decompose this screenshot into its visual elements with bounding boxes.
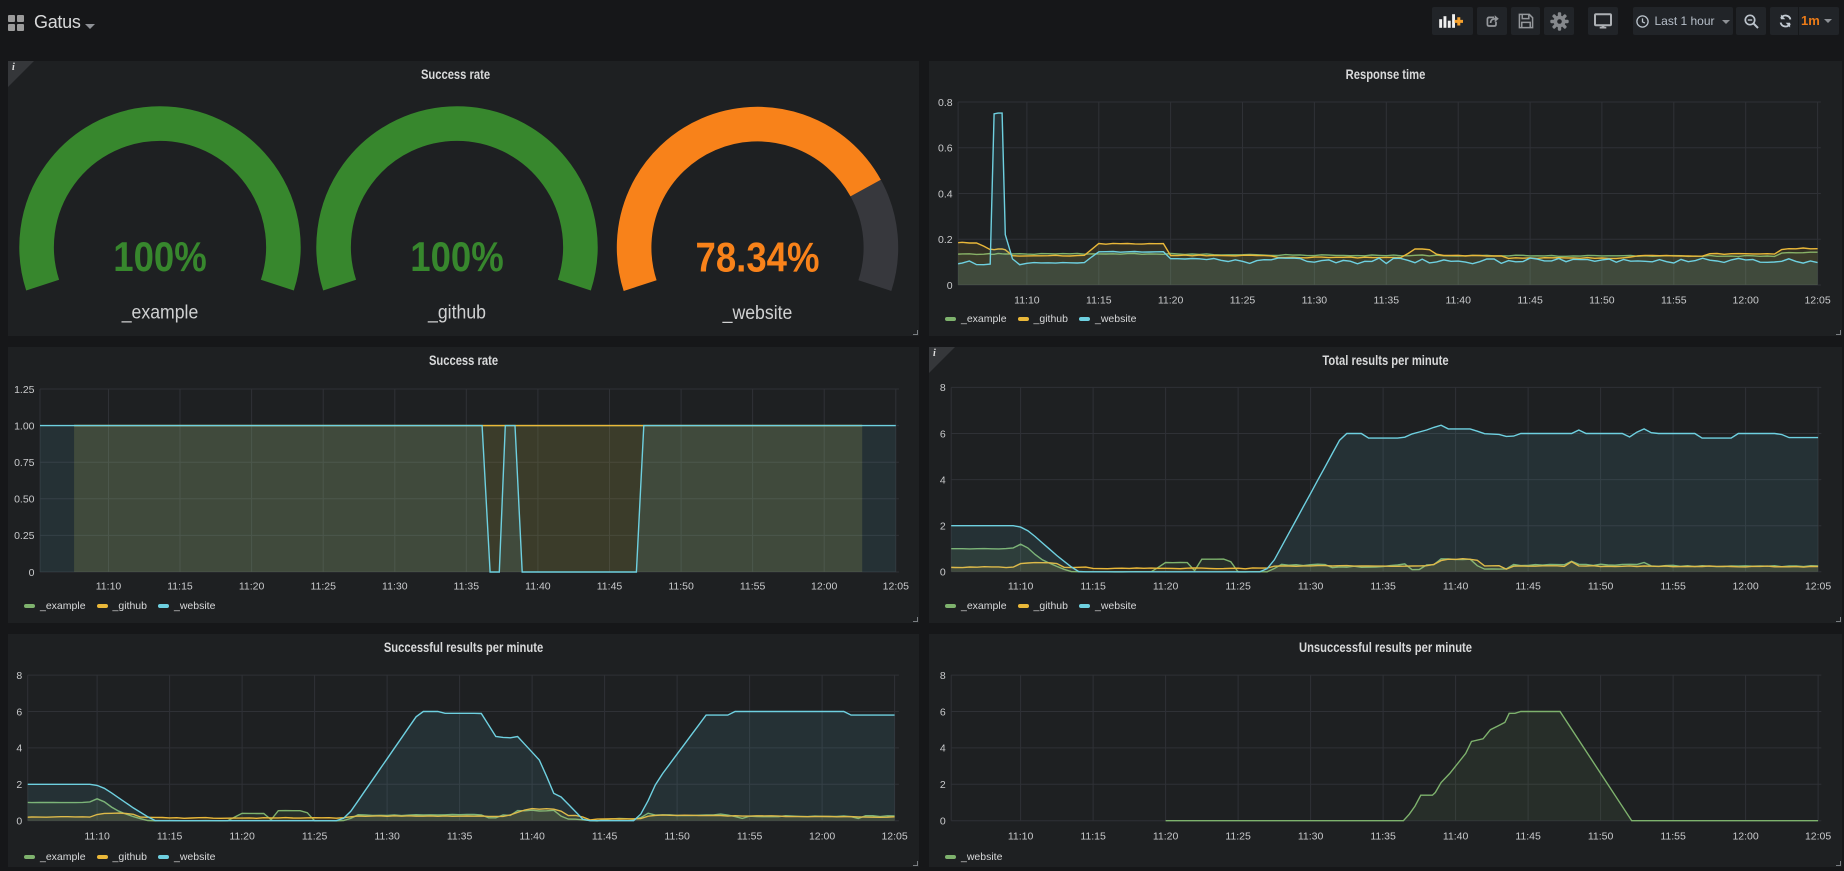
- svg-text:11:45: 11:45: [597, 581, 623, 593]
- svg-text:11:40: 11:40: [519, 831, 545, 843]
- svg-text:6: 6: [940, 706, 946, 718]
- svg-text:11:30: 11:30: [1298, 831, 1324, 843]
- svg-text:11:55: 11:55: [1660, 581, 1686, 593]
- svg-text:0.25: 0.25: [14, 530, 35, 542]
- svg-text:11:30: 11:30: [1298, 581, 1324, 593]
- svg-text:11:10: 11:10: [1008, 581, 1034, 593]
- svg-text:0: 0: [940, 816, 946, 828]
- svg-text:8: 8: [16, 670, 22, 682]
- svg-text:11:35: 11:35: [454, 581, 480, 593]
- svg-text:8: 8: [940, 670, 946, 682]
- svg-text:11:15: 11:15: [167, 581, 193, 593]
- svg-text:0.8: 0.8: [938, 97, 953, 109]
- svg-text:11:40: 11:40: [525, 581, 551, 593]
- svg-text:0.75: 0.75: [14, 457, 35, 469]
- svg-text:11:50: 11:50: [1588, 581, 1614, 593]
- svg-text:11:25: 11:25: [310, 581, 336, 593]
- svg-text:12:05: 12:05: [883, 581, 909, 593]
- svg-text:12:00: 12:00: [1733, 295, 1759, 307]
- svg-text:2: 2: [940, 521, 946, 533]
- svg-text:11:20: 11:20: [1158, 295, 1184, 307]
- svg-text:11:25: 11:25: [1225, 581, 1251, 593]
- svg-text:11:15: 11:15: [157, 831, 183, 843]
- svg-text:0: 0: [940, 567, 946, 579]
- svg-text:11:10: 11:10: [1014, 295, 1040, 307]
- svg-text:0: 0: [947, 280, 953, 292]
- svg-text:4: 4: [940, 743, 946, 755]
- svg-text:4: 4: [940, 474, 946, 486]
- svg-text:12:05: 12:05: [1805, 831, 1831, 843]
- svg-text:11:10: 11:10: [84, 831, 110, 843]
- svg-text:11:20: 11:20: [1153, 831, 1179, 843]
- svg-text:11:20: 11:20: [239, 581, 265, 593]
- svg-text:12:00: 12:00: [1732, 581, 1758, 593]
- svg-text:0.4: 0.4: [938, 188, 953, 200]
- svg-text:1.00: 1.00: [14, 420, 35, 432]
- svg-text:11:40: 11:40: [1445, 295, 1471, 307]
- svg-text:11:45: 11:45: [1517, 295, 1543, 307]
- svg-text:12:05: 12:05: [1805, 581, 1831, 593]
- svg-text:11:20: 11:20: [229, 831, 255, 843]
- svg-text:11:35: 11:35: [1370, 831, 1396, 843]
- svg-text:11:30: 11:30: [1302, 295, 1328, 307]
- svg-text:11:40: 11:40: [1443, 581, 1469, 593]
- svg-text:11:55: 11:55: [740, 581, 766, 593]
- svg-text:2: 2: [940, 779, 946, 791]
- svg-text:11:50: 11:50: [668, 581, 694, 593]
- svg-text:11:45: 11:45: [1515, 581, 1541, 593]
- svg-text:12:05: 12:05: [1804, 295, 1830, 307]
- svg-text:11:15: 11:15: [1080, 831, 1106, 843]
- svg-text:11:15: 11:15: [1086, 295, 1112, 307]
- svg-text:100%: 100%: [410, 233, 503, 280]
- svg-text:11:35: 11:35: [1370, 581, 1396, 593]
- svg-text:11:55: 11:55: [1660, 831, 1686, 843]
- svg-text:2: 2: [16, 779, 22, 791]
- svg-text:0.2: 0.2: [938, 234, 953, 246]
- svg-text:_github: _github: [427, 301, 486, 324]
- svg-text:11:50: 11:50: [1588, 831, 1614, 843]
- svg-text:4: 4: [16, 743, 22, 755]
- svg-text:78.34%: 78.34%: [696, 234, 820, 281]
- svg-text:0.6: 0.6: [938, 143, 953, 155]
- svg-text:12:00: 12:00: [809, 831, 835, 843]
- svg-text:11:15: 11:15: [1080, 581, 1106, 593]
- svg-text:6: 6: [940, 428, 946, 440]
- svg-text:0.50: 0.50: [14, 494, 35, 506]
- svg-text:1.25: 1.25: [14, 384, 35, 396]
- svg-text:11:50: 11:50: [1589, 295, 1615, 307]
- svg-text:12:00: 12:00: [811, 581, 837, 593]
- svg-text:11:30: 11:30: [374, 831, 400, 843]
- svg-text:11:10: 11:10: [96, 581, 122, 593]
- svg-text:11:25: 11:25: [1230, 295, 1256, 307]
- svg-text:8: 8: [940, 382, 946, 394]
- svg-text:11:50: 11:50: [664, 831, 690, 843]
- svg-text:11:35: 11:35: [1374, 295, 1400, 307]
- svg-text:12:00: 12:00: [1732, 831, 1758, 843]
- svg-text:6: 6: [16, 706, 22, 718]
- svg-text:_website: _website: [722, 301, 793, 324]
- svg-text:11:55: 11:55: [1661, 295, 1687, 307]
- svg-text:0: 0: [16, 816, 22, 828]
- svg-text:11:55: 11:55: [737, 831, 763, 843]
- svg-text:100%: 100%: [113, 233, 206, 280]
- svg-text:11:10: 11:10: [1008, 831, 1034, 843]
- svg-text:11:35: 11:35: [447, 831, 473, 843]
- svg-text:11:40: 11:40: [1443, 831, 1469, 843]
- svg-text:12:05: 12:05: [881, 831, 907, 843]
- svg-text:11:30: 11:30: [382, 581, 408, 593]
- svg-text:_example: _example: [121, 301, 199, 324]
- svg-text:0: 0: [29, 567, 35, 579]
- svg-text:11:45: 11:45: [592, 831, 618, 843]
- svg-text:11:25: 11:25: [1225, 831, 1251, 843]
- svg-text:11:25: 11:25: [302, 831, 328, 843]
- svg-text:11:45: 11:45: [1515, 831, 1541, 843]
- svg-text:11:20: 11:20: [1153, 581, 1179, 593]
